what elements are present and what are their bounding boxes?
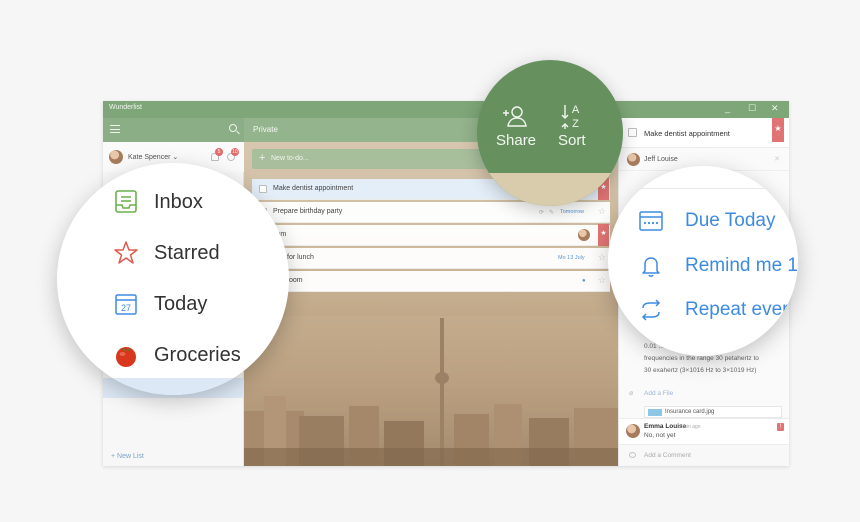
comment: Emma Louise 5min ago No, not yet ! (619, 418, 789, 444)
star-icon (114, 241, 138, 264)
reminder-label: Remind me 1 (685, 255, 798, 276)
sidebar-item-label: Groceries (154, 344, 241, 366)
file-thumbnail (648, 409, 662, 416)
detail-options-magnifier: Due Today Remind me 1 Repeat ever (608, 166, 798, 356)
task-row[interactable]: bathroom ● ☆ (252, 271, 610, 292)
detail-title[interactable]: Make dentist appointment (644, 129, 730, 138)
new-list-button[interactable]: + New List (111, 453, 144, 460)
repeat-small-icon: ⟳ (539, 210, 545, 216)
user-name[interactable]: Kate Spencer ⌄ (128, 153, 178, 161)
comment-text: No, not yet (644, 432, 676, 439)
due-calendar-icon (639, 211, 663, 231)
calendar-day-number: 27 (121, 303, 131, 313)
sort-letter-a: A (572, 104, 580, 116)
edit-small-icon: ✎ (549, 210, 555, 216)
hamburger-menu-icon[interactable] (110, 125, 120, 133)
comment-time: 5min ago (680, 424, 701, 430)
task-due-date: Mo 13 July (558, 255, 585, 261)
inbox-icon (115, 190, 137, 213)
detail-star-flag-icon[interactable]: ★ (772, 118, 784, 142)
paperclip-icon: ⌀ (629, 390, 634, 397)
title-bar: Wunderlist _ ☐ ✕ (103, 101, 789, 118)
comment-avatar (626, 424, 640, 438)
calendar-today-icon: 27 (115, 294, 137, 315)
toolbar-magnifier-band (477, 173, 623, 206)
sidebar-lists-magnifier: Inbox Starred 27 Today Groceries (57, 163, 289, 395)
sidebar-item-starred[interactable]: Starred (57, 231, 289, 273)
assignee-name: Jeff Louise (644, 156, 678, 163)
activity-badge: 10 (231, 148, 239, 156)
divider (636, 188, 798, 189)
sort-label: Sort (558, 132, 586, 149)
star-icon[interactable]: ☆ (598, 206, 606, 217)
add-file-button[interactable]: Add a File (644, 390, 673, 397)
comment-small-icon: ● (582, 278, 586, 284)
sidebar-toolbar (103, 118, 244, 142)
share-label: Share (496, 132, 537, 149)
avatar (109, 150, 123, 164)
add-comment-placeholder: Add a Comment (644, 452, 691, 459)
sidebar-item-today[interactable]: 27 Today (57, 282, 289, 324)
close-button[interactable]: ✕ (771, 103, 779, 114)
add-todo-placeholder: New to-do... (271, 155, 309, 162)
notification-badge: 5 (215, 148, 223, 156)
repeat-label: Repeat ever (685, 299, 789, 320)
comment-alert-icon: ! (777, 423, 784, 431)
task-due-date: Tomorrow (560, 209, 585, 215)
task-row[interactable]: Tom ★ (252, 224, 610, 246)
sort-letter-z: Z (572, 118, 579, 130)
repeat-icon (641, 299, 661, 321)
reminder-row[interactable]: Remind me 1 (608, 249, 798, 283)
due-date-label: Due Today (685, 210, 776, 231)
remove-assignee-icon[interactable]: ✕ (774, 155, 780, 163)
star-icon[interactable]: ☆ (598, 252, 606, 263)
sidebar-item-inbox[interactable]: Inbox (57, 180, 289, 222)
detail-checkbox[interactable] (628, 128, 637, 137)
add-comment-input[interactable]: Add a Comment (619, 444, 789, 466)
tomato-icon (116, 347, 136, 367)
file-name: Insurance card.jpg (665, 409, 715, 415)
sort-az-icon: A Z (561, 104, 580, 130)
sidebar-item-label: Inbox (154, 191, 203, 213)
attached-file[interactable]: Insurance card.jpg (644, 406, 782, 418)
detail-header: Make dentist appointment ★ (619, 118, 789, 148)
speech-bubble-icon (629, 452, 636, 458)
sidebar-item-label: Starred (154, 242, 220, 264)
list-title: Private (253, 125, 278, 134)
toolbar-magnifier: Share A Z Sort (477, 60, 623, 206)
assignee-avatar (578, 229, 590, 241)
repeat-row[interactable]: Repeat ever (608, 293, 798, 327)
minimize-button[interactable]: _ (725, 103, 730, 113)
search-icon[interactable] (229, 124, 237, 132)
task-row[interactable]: Erik for lunch Mo 13 July ☆ (252, 248, 610, 269)
due-date-row[interactable]: Due Today (608, 204, 798, 238)
bell-icon (642, 257, 660, 277)
plus-icon: + (259, 152, 266, 164)
share-person-icon (503, 106, 527, 127)
sidebar-selection-band (57, 378, 289, 395)
star-icon[interactable]: ☆ (598, 275, 606, 286)
sidebar-item-groceries[interactable]: Groceries (57, 333, 289, 375)
sidebar-item-label: Today (154, 293, 208, 315)
city-background-image (244, 316, 618, 466)
assignee-avatar (627, 153, 640, 166)
maximize-button[interactable]: ☐ (748, 103, 756, 114)
window-title: Wunderlist (109, 104, 142, 111)
